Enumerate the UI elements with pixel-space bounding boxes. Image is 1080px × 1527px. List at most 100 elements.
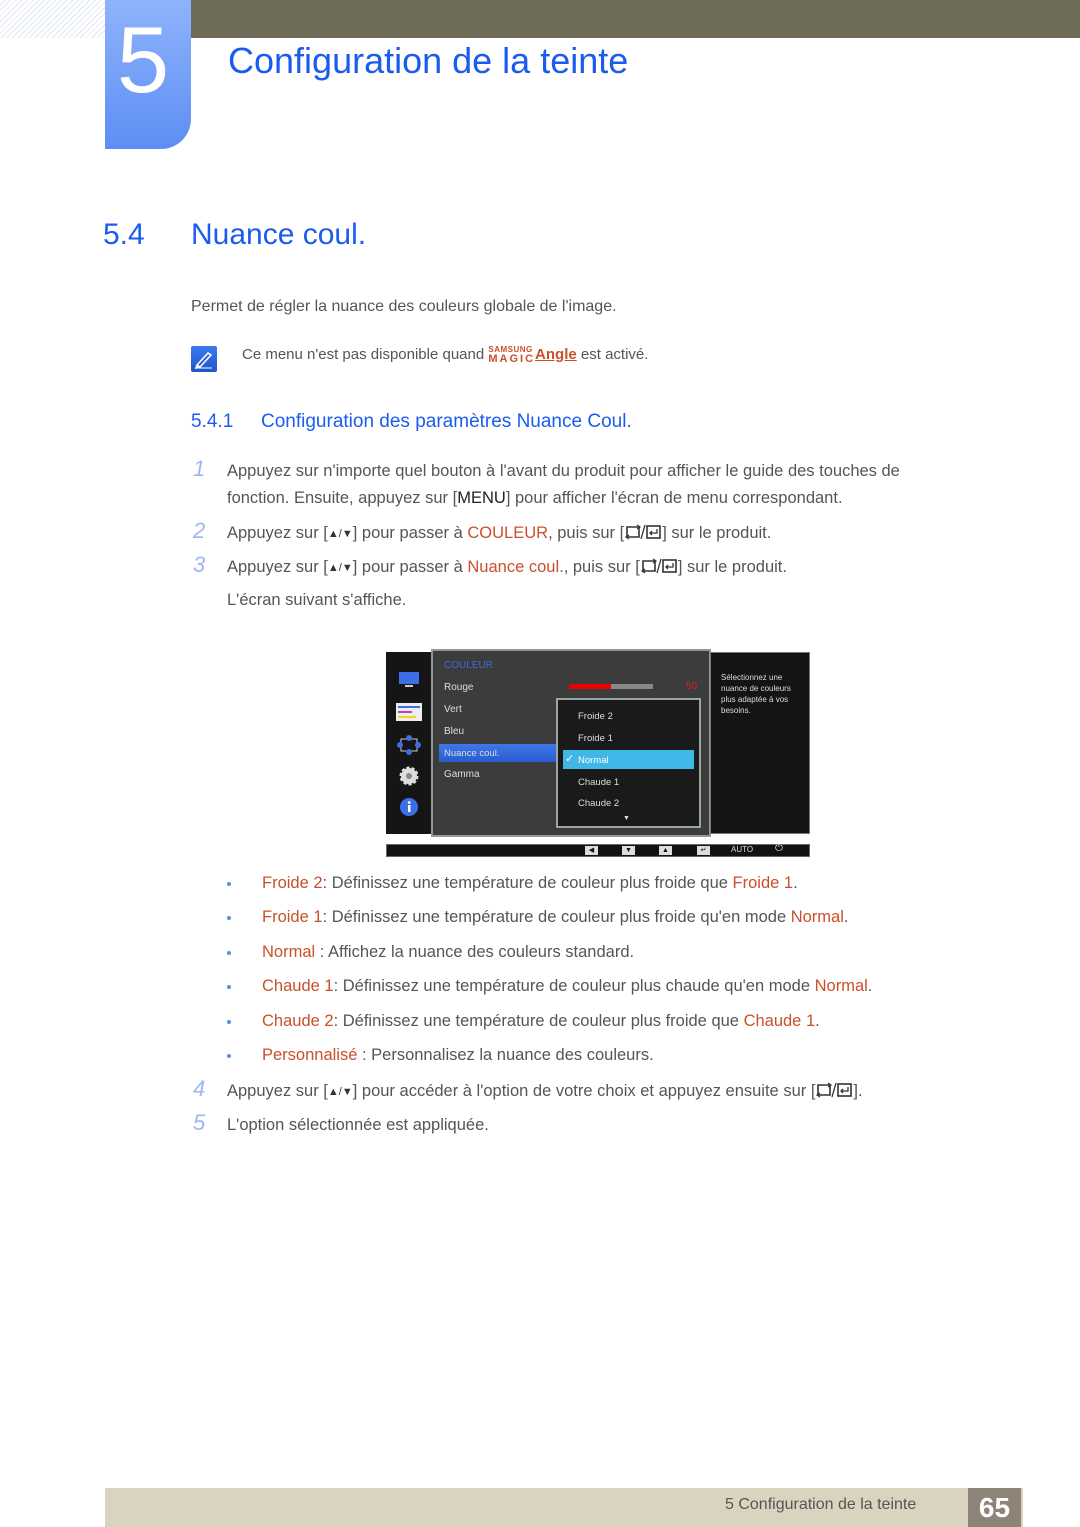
source-enter-icon <box>816 1082 853 1098</box>
bullet-term: Froide 2 <box>262 874 323 892</box>
bullet-term: Chaude 2 <box>262 1012 334 1030</box>
info-icon <box>400 798 418 816</box>
osd-item-nuance[interactable]: Nuance coul. <box>444 748 499 759</box>
bullet-text: Froide 1: Définissez une température de … <box>262 908 849 927</box>
dropdown-option[interactable]: Chaude 2 <box>578 798 619 809</box>
bullet-dot <box>227 1054 231 1058</box>
osd-sidebar <box>386 652 432 834</box>
step-5: L'option sélectionnée est appliquée. <box>227 1116 489 1134</box>
osd-item-gamma[interactable]: Gamma <box>444 769 480 780</box>
step-1-line1: Appuyez sur n'importe quel bouton à l'av… <box>227 462 900 480</box>
source-enter-icon <box>640 558 677 574</box>
source-enter-icon <box>625 524 662 540</box>
osd-item-vert[interactable]: Vert <box>444 704 462 715</box>
bullet-ref: Normal <box>814 977 868 995</box>
bullet-text: Froide 2: Définissez une température de … <box>262 874 798 893</box>
text: Définissez une température de couleur pl… <box>342 1012 744 1030</box>
step-number: 5 <box>193 1110 206 1135</box>
text: Appuyez sur [ <box>227 524 328 542</box>
section-number: 5.4 <box>103 218 145 251</box>
bullet-term: Chaude 1 <box>262 977 334 995</box>
picture-icon <box>399 672 419 687</box>
text: . <box>867 977 873 995</box>
bullet-text: Chaude 1: Définissez une température de … <box>262 977 872 996</box>
bullet-text: Chaude 2: Définissez une température de … <box>262 1012 820 1031</box>
text: Définissez une température de couleur pl… <box>331 908 791 926</box>
step-1: Appuyez sur n'importe quel bouton à l'av… <box>227 458 967 512</box>
text: , puis sur [ <box>548 524 625 542</box>
text: ] pour afficher l'écran de menu correspo… <box>505 489 843 507</box>
text: : <box>322 874 332 892</box>
up-key-icon: ▲ <box>659 846 672 855</box>
header-bar <box>190 0 1080 38</box>
brand-magic: MAGIC <box>488 353 536 365</box>
dropdown-option[interactable]: Chaude 1 <box>578 777 619 788</box>
subsection-title: Configuration des paramètres Nuance Coul… <box>261 411 632 432</box>
text: : <box>315 943 329 961</box>
rouge-value: 50 <box>686 681 698 692</box>
step-3: Appuyez sur [▲/▼] pour passer à Nuance c… <box>227 554 787 614</box>
dropdown-option[interactable]: Froide 1 <box>578 733 613 744</box>
size-position-icon <box>397 735 421 755</box>
text: ] sur le produit. <box>662 524 772 542</box>
note-text: Ce menu n'est pas disponible quand SAMSU… <box>242 345 648 365</box>
text: Définissez une température de couleur pl… <box>331 874 733 892</box>
rouge-slider-track[interactable] <box>611 684 653 689</box>
auto-key-label: AUTO <box>731 845 754 854</box>
dropdown-option[interactable]: Froide 2 <box>578 711 613 722</box>
step-2: Appuyez sur [▲/▼] pour passer à COULEUR,… <box>227 520 771 548</box>
up-down-arrows-icon: ▲/▼ <box>327 1086 353 1098</box>
text: Personnalisez la nuance des couleurs. <box>371 1046 654 1064</box>
angle-link[interactable]: Angle <box>535 346 577 363</box>
up-down-arrows-icon: ▲/▼ <box>327 528 353 540</box>
scroll-down-icon: ▼ <box>623 815 630 822</box>
header-hatch <box>0 0 105 38</box>
text: ]. <box>853 1082 863 1100</box>
chapter-title: Configuration de la teinte <box>228 40 629 81</box>
bullet-ref: Normal <box>790 908 844 926</box>
rouge-slider-fill <box>569 684 611 689</box>
bullet-dot <box>227 985 231 989</box>
chapter-number: 5 <box>116 7 170 112</box>
bullet-dot <box>227 1020 231 1024</box>
osd-header: COULEUR <box>444 660 493 671</box>
bullet-term: Personnalisé <box>262 1046 358 1064</box>
menu-key: MENU <box>457 489 506 507</box>
bullet-text: Normal : Affichez la nuance des couleurs… <box>262 943 634 962</box>
step-3-line2: L'écran suivant s'affiche. <box>227 591 407 609</box>
text: : <box>322 908 332 926</box>
step-number: 4 <box>193 1076 206 1101</box>
check-icon: ✓ <box>565 753 575 765</box>
osd-item-bleu[interactable]: Bleu <box>444 726 464 737</box>
osd-help-text: Sélectionnez une nuance de couleurs plus… <box>721 673 791 715</box>
osd-help-panel: Sélectionnez une nuance de couleurs plus… <box>710 652 810 834</box>
text: Définissez une température de couleur pl… <box>342 977 815 995</box>
bullet-dot <box>227 951 231 955</box>
bullet-ref: Chaude 1 <box>743 1012 816 1030</box>
enter-key-icon: ↵ <box>697 846 710 855</box>
bullet-dot <box>227 882 231 886</box>
section-title: Nuance coul. <box>191 218 367 251</box>
bullet-dot <box>227 916 231 920</box>
step-number: 1 <box>193 456 206 481</box>
subsection-heading: 5.4.1 Configuration des paramètres Nuance… <box>191 411 632 433</box>
note-before: Ce menu n'est pas disponible quand <box>242 345 489 363</box>
intro-text: Permet de régler la nuance des couleurs … <box>191 298 617 315</box>
magic-angle-brand: SAMSUNG MAGIC <box>488 345 535 365</box>
bullet-term: Normal <box>262 943 316 961</box>
step-4: Appuyez sur [▲/▼] pour accéder à l'optio… <box>227 1078 863 1106</box>
note-after: est activé. <box>576 345 649 363</box>
up-down-arrows-icon: ▲/▼ <box>327 562 353 574</box>
text: , puis sur [ <box>563 558 640 576</box>
text: Appuyez sur [ <box>227 558 328 576</box>
power-icon: ⏻ <box>775 843 783 854</box>
text: Affichez la nuance des couleurs standard… <box>328 943 635 961</box>
dropdown-option-selected[interactable]: Normal <box>578 755 609 766</box>
text: ] pour passer à <box>352 558 468 576</box>
text: . <box>815 1012 820 1030</box>
osd-item-rouge[interactable]: Rouge <box>444 682 473 693</box>
text: : <box>333 1012 343 1030</box>
highlight-couleur: COULEUR <box>467 524 549 542</box>
text: : <box>333 977 343 995</box>
left-key-icon: ◀ <box>585 846 598 855</box>
